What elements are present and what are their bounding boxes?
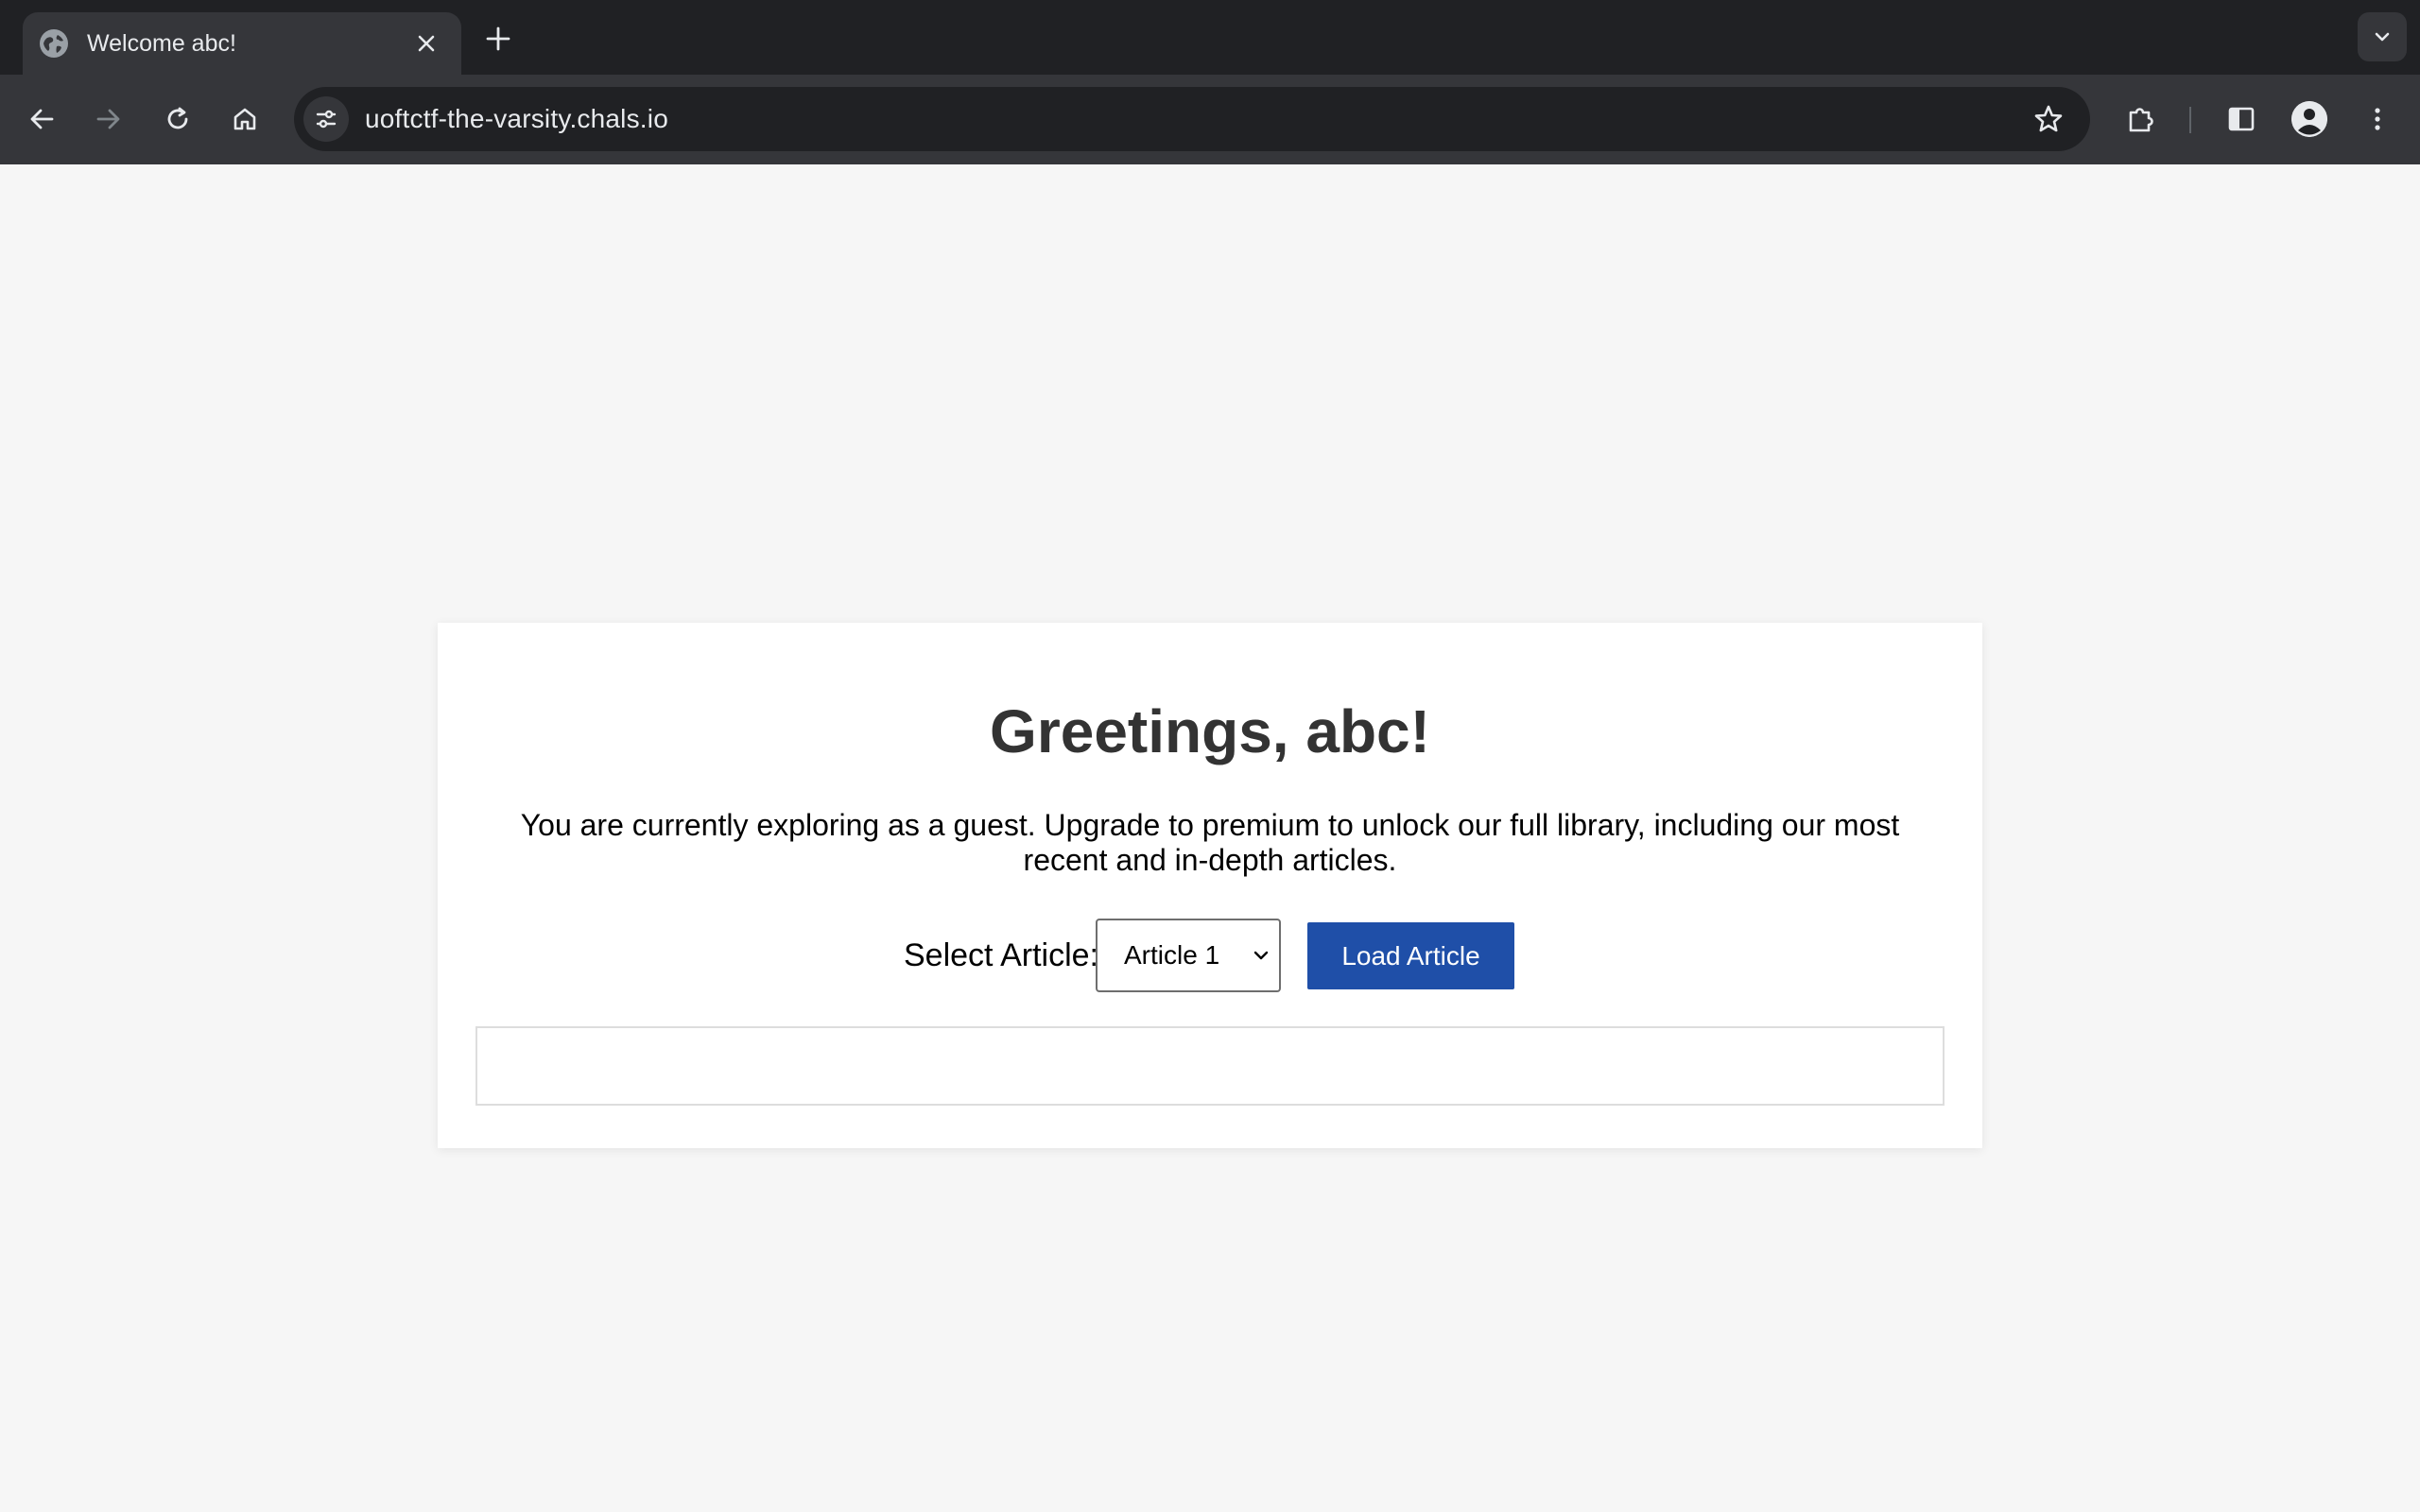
side-panel-icon bbox=[2228, 107, 2255, 131]
select-article-label: Select Article: bbox=[904, 937, 1098, 973]
site-info-button[interactable] bbox=[303, 96, 349, 142]
address-bar[interactable]: uoftctf-the-varsity.chals.io bbox=[294, 87, 2090, 151]
url-text[interactable]: uoftctf-the-varsity.chals.io bbox=[365, 87, 668, 151]
browser-menu-button[interactable] bbox=[2354, 95, 2401, 143]
browser-toolbar: uoftctf-the-varsity.chals.io bbox=[0, 75, 2420, 164]
toolbar-separator bbox=[2189, 107, 2191, 133]
page-title: Greetings, abc! bbox=[990, 697, 1430, 765]
guest-intro-text: You are currently exploring as a guest. … bbox=[520, 808, 1900, 877]
article-select[interactable]: Article 1 bbox=[1096, 919, 1281, 992]
tab-strip: Welcome abc! bbox=[0, 0, 2420, 75]
chevron-down-icon bbox=[1253, 951, 1269, 960]
page-viewport: Greetings, abc! You are currently explor… bbox=[0, 164, 2420, 1512]
arrow-left-icon bbox=[30, 109, 54, 129]
home-icon bbox=[233, 108, 256, 130]
puzzle-icon bbox=[2129, 108, 2153, 132]
new-tab-button[interactable] bbox=[478, 19, 518, 59]
bookmark-button[interactable] bbox=[2030, 100, 2067, 138]
reload-icon bbox=[167, 107, 188, 129]
browser-tab-active[interactable]: Welcome abc! bbox=[23, 12, 461, 75]
reload-button[interactable] bbox=[154, 95, 201, 143]
tune-icon bbox=[316, 110, 337, 129]
home-button[interactable] bbox=[221, 95, 268, 143]
extensions-button[interactable] bbox=[2118, 95, 2165, 143]
star-icon bbox=[2034, 105, 2063, 132]
side-panel-button[interactable] bbox=[2218, 95, 2265, 143]
back-button[interactable] bbox=[18, 95, 65, 143]
profile-icon[interactable] bbox=[2291, 101, 2327, 137]
article-content-area bbox=[475, 1026, 1945, 1106]
welcome-card: Greetings, abc! You are currently explor… bbox=[438, 623, 1982, 1148]
close-icon[interactable] bbox=[410, 27, 442, 60]
plus-icon bbox=[486, 26, 510, 51]
article-select-value: Article 1 bbox=[1124, 940, 1220, 970]
kebab-menu-icon bbox=[2375, 108, 2380, 130]
forward-button[interactable] bbox=[85, 95, 132, 143]
globe-icon bbox=[40, 29, 68, 58]
arrow-right-icon bbox=[96, 109, 120, 129]
load-article-button[interactable]: Load Article bbox=[1307, 922, 1514, 989]
tab-title: Welcome abc! bbox=[87, 29, 236, 57]
tab-search-button[interactable] bbox=[2358, 12, 2407, 61]
article-controls: Select Article: Article 1 Load Article bbox=[438, 919, 1982, 992]
chevron-down-icon bbox=[2375, 32, 2390, 42]
